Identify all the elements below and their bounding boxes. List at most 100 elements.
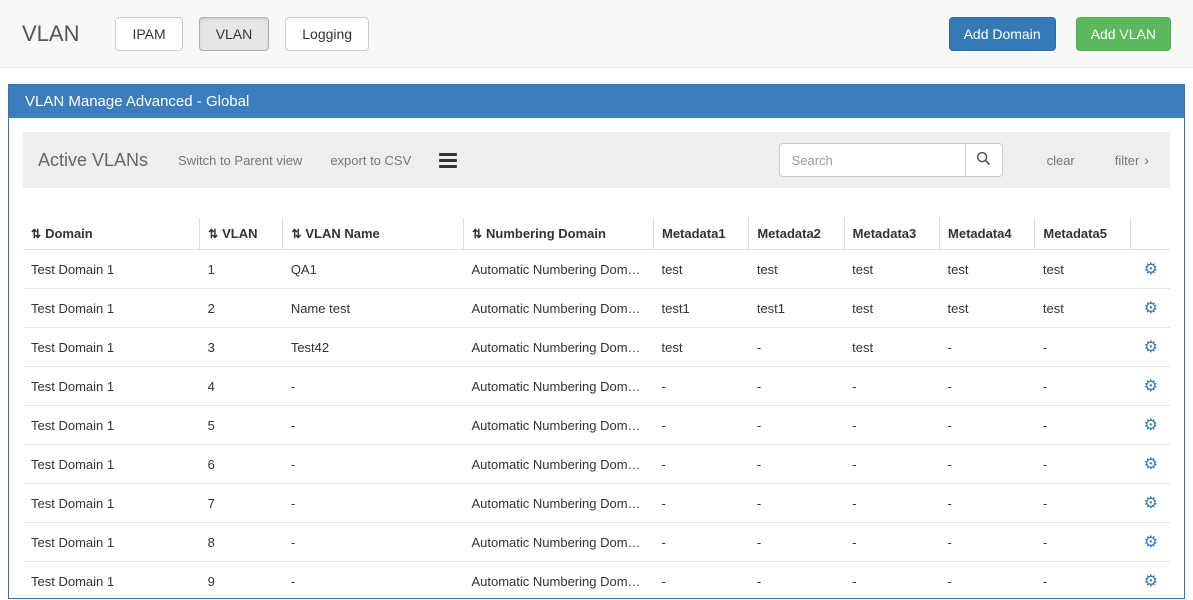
add-domain-button[interactable]: Add Domain	[949, 17, 1056, 51]
table-cell: Test42	[283, 328, 464, 367]
gear-icon[interactable]: ⚙	[1144, 456, 1158, 473]
search-group	[779, 143, 1003, 177]
table-cell: Test Domain 1	[23, 562, 200, 600]
table-cell: Test Domain 1	[23, 367, 200, 406]
gear-icon[interactable]: ⚙	[1144, 534, 1158, 551]
column-header-numbering-domain[interactable]: ⇅Numbering Domain	[463, 218, 653, 250]
export-csv-link[interactable]: export to CSV	[330, 153, 411, 168]
column-header-metadata2: Metadata2	[749, 218, 844, 250]
table-cell: test	[653, 250, 748, 289]
table-cell: -	[1035, 562, 1130, 600]
table-cell: Test Domain 1	[23, 250, 200, 289]
table-cell: -	[749, 562, 844, 600]
filter-link[interactable]: filter ›	[1115, 152, 1149, 168]
table-cell: -	[1035, 328, 1130, 367]
actions-cell: ⚙	[1130, 562, 1170, 600]
table-cell: 2	[200, 289, 283, 328]
table-cell: -	[653, 562, 748, 600]
table-cell: -	[940, 406, 1035, 445]
section-title: Active VLANs	[38, 150, 148, 171]
table-cell: Automatic Numbering Doma…	[463, 484, 653, 523]
actions-cell: ⚙	[1130, 523, 1170, 562]
table-row: Test Domain 12Name testAutomatic Numberi…	[23, 289, 1170, 328]
table-cell: test1	[749, 289, 844, 328]
search-button[interactable]	[965, 143, 1003, 177]
table-cell: -	[283, 367, 464, 406]
table-cell: test	[844, 289, 939, 328]
sort-icon: ⇅	[208, 227, 218, 241]
sort-icon: ⇅	[291, 227, 301, 241]
table-cell: -	[283, 445, 464, 484]
actions-cell: ⚙	[1130, 367, 1170, 406]
table-cell: -	[940, 523, 1035, 562]
table-cell: -	[940, 484, 1035, 523]
table-cell: 3	[200, 328, 283, 367]
table-cell: -	[653, 445, 748, 484]
actions-cell: ⚙	[1130, 328, 1170, 367]
gear-icon[interactable]: ⚙	[1144, 300, 1158, 317]
table-cell: -	[749, 406, 844, 445]
table-row: Test Domain 13Test42Automatic Numbering …	[23, 328, 1170, 367]
table-header-row: ⇅Domain⇅VLAN⇅VLAN Name⇅Numbering DomainM…	[23, 218, 1170, 250]
table-cell: -	[653, 367, 748, 406]
column-label: Numbering Domain	[486, 226, 606, 241]
table-row: Test Domain 14-Automatic Numbering Doma……	[23, 367, 1170, 406]
tab-logging[interactable]: Logging	[285, 17, 369, 51]
table-cell: -	[844, 562, 939, 600]
column-label: Metadata4	[948, 226, 1012, 241]
panel-body: Active VLANs Switch to Parent view expor…	[9, 118, 1184, 600]
column-label: Metadata1	[662, 226, 726, 241]
column-header-metadata3: Metadata3	[844, 218, 939, 250]
table-cell: 4	[200, 367, 283, 406]
table-row: Test Domain 17-Automatic Numbering Doma……	[23, 484, 1170, 523]
column-label: Metadata3	[853, 226, 917, 241]
actions-cell: ⚙	[1130, 445, 1170, 484]
topbar: VLAN IPAM VLAN Logging Add Domain Add VL…	[0, 0, 1193, 68]
menu-icon[interactable]	[439, 150, 457, 171]
filter-label: filter	[1115, 153, 1140, 168]
actions-cell: ⚙	[1130, 406, 1170, 445]
tab-ipam[interactable]: IPAM	[115, 17, 182, 51]
add-vlan-button[interactable]: Add VLAN	[1076, 17, 1171, 51]
switch-parent-view-link[interactable]: Switch to Parent view	[178, 153, 302, 168]
search-input[interactable]	[779, 143, 965, 177]
page-title: VLAN	[22, 21, 79, 47]
table-cell: -	[749, 328, 844, 367]
toolbar: Active VLANs Switch to Parent view expor…	[23, 132, 1170, 188]
table-cell: -	[844, 406, 939, 445]
table-cell: Automatic Numbering Doma…	[463, 328, 653, 367]
table-cell: -	[940, 562, 1035, 600]
table-cell: -	[844, 445, 939, 484]
table-cell: test	[844, 250, 939, 289]
table-cell: Automatic Numbering Doma…	[463, 250, 653, 289]
clear-link[interactable]: clear	[1047, 153, 1075, 168]
table-cell: -	[844, 367, 939, 406]
column-header-vlan[interactable]: ⇅VLAN	[200, 218, 283, 250]
table-cell: -	[283, 484, 464, 523]
tab-vlan[interactable]: VLAN	[199, 17, 270, 51]
table-cell: -	[653, 523, 748, 562]
table-cell: -	[844, 523, 939, 562]
gear-icon[interactable]: ⚙	[1144, 378, 1158, 395]
vlan-panel: VLAN Manage Advanced - Global Active VLA…	[8, 84, 1185, 599]
gear-icon[interactable]: ⚙	[1144, 573, 1158, 590]
column-label: Metadata5	[1043, 226, 1107, 241]
panel-heading: VLAN Manage Advanced - Global	[9, 85, 1184, 118]
gear-icon[interactable]: ⚙	[1144, 495, 1158, 512]
table-cell: 6	[200, 445, 283, 484]
vlan-table: ⇅Domain⇅VLAN⇅VLAN Name⇅Numbering DomainM…	[23, 218, 1170, 600]
gear-icon[interactable]: ⚙	[1144, 339, 1158, 356]
table-row: Test Domain 15-Automatic Numbering Doma……	[23, 406, 1170, 445]
table-row: Test Domain 11QA1Automatic Numbering Dom…	[23, 250, 1170, 289]
table-row: Test Domain 18-Automatic Numbering Doma……	[23, 523, 1170, 562]
gear-icon[interactable]: ⚙	[1144, 417, 1158, 434]
table-cell: -	[1035, 406, 1130, 445]
column-header-domain[interactable]: ⇅Domain	[23, 218, 200, 250]
chevron-right-icon: ›	[1144, 152, 1149, 168]
table-cell: -	[1035, 484, 1130, 523]
table-cell: 9	[200, 562, 283, 600]
gear-icon[interactable]: ⚙	[1144, 261, 1158, 278]
column-label: VLAN Name	[305, 226, 379, 241]
column-header-vlan-name[interactable]: ⇅ VLAN Name	[283, 218, 464, 250]
column-label: Metadata2	[757, 226, 821, 241]
